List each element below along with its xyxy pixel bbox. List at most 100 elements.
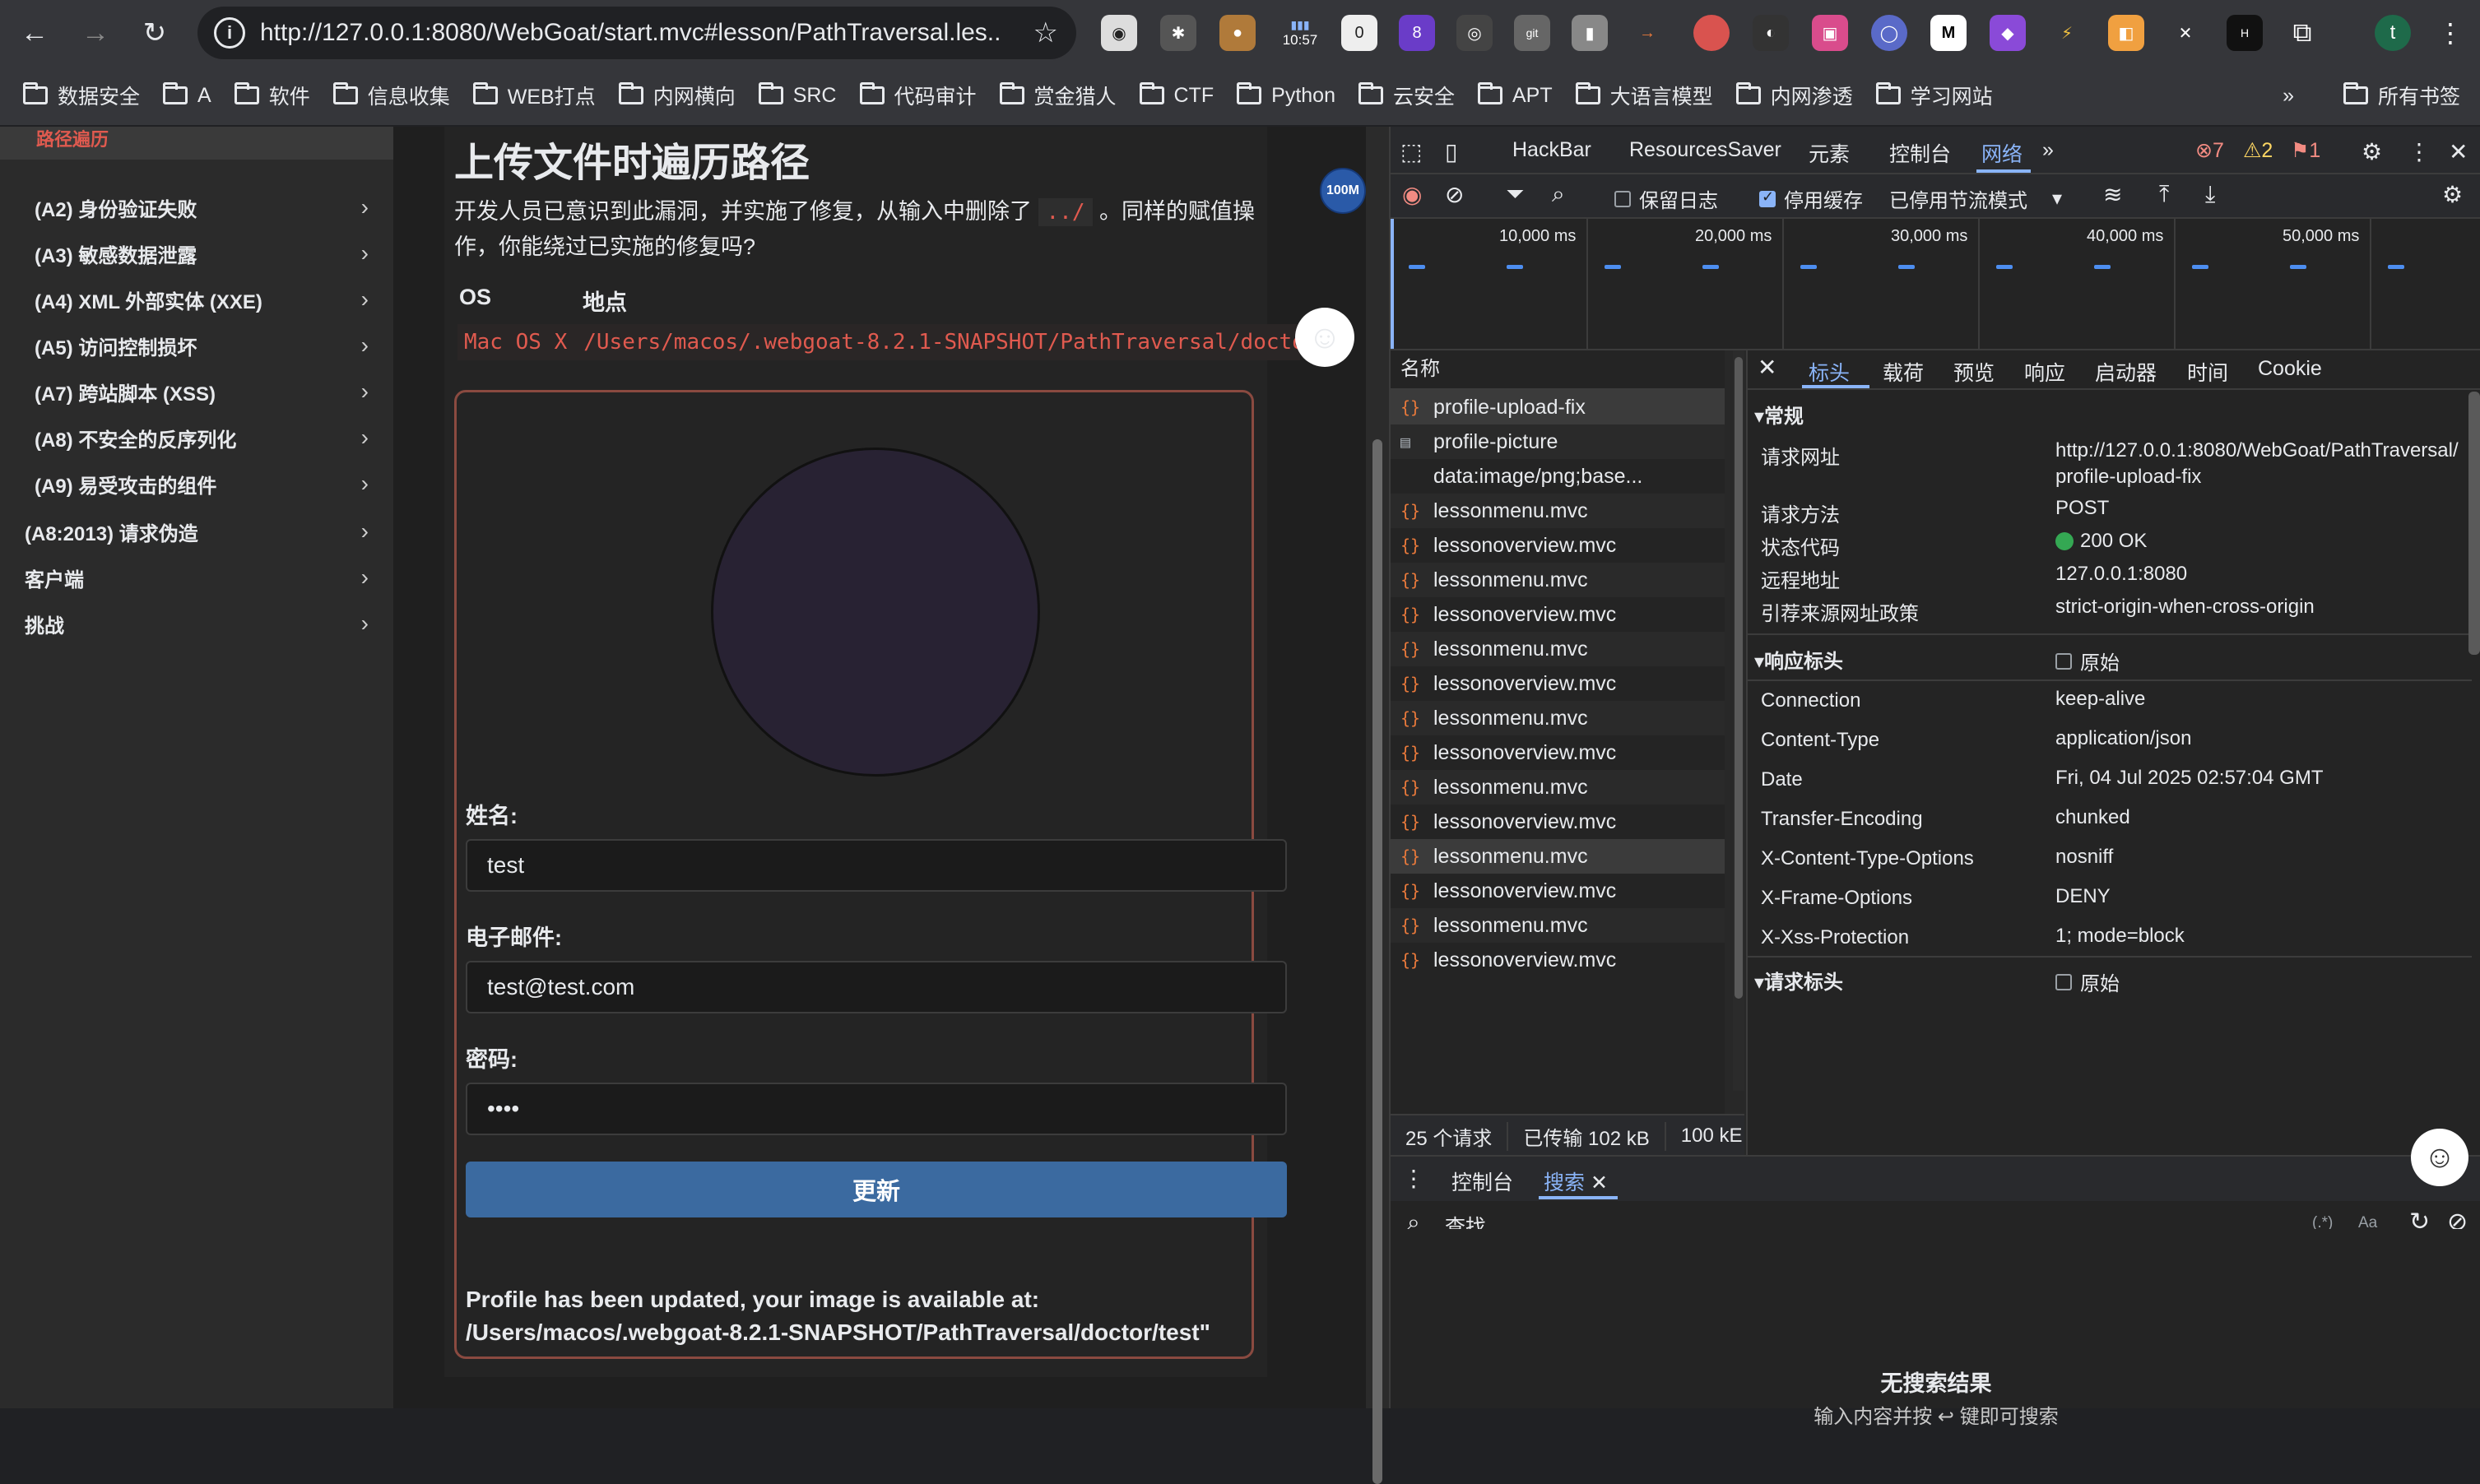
network-timeline[interactable]: 10,000 ms 20,000 ms 30,000 ms 40,000 ms 50,0…: [1391, 219, 2480, 350]
disable-cache-checkbox[interactable]: [1759, 188, 1776, 207]
extension-icon[interactable]: ◉: [1101, 15, 1137, 51]
bookmark-folder[interactable]: CTF: [1139, 82, 1214, 108]
request-row[interactable]: {} lessonmenu.mvc: [1391, 494, 1725, 528]
request-row[interactable]: data:image/png;base...: [1391, 459, 1725, 494]
close-devtools-icon[interactable]: ✕: [2449, 138, 2468, 165]
assistant-avatar[interactable]: ☺: [2411, 1129, 2468, 1186]
tab-console[interactable]: 控制台: [1889, 138, 1951, 168]
request-row[interactable]: {} lessonoverview.mvc: [1391, 597, 1725, 632]
raw-checkbox[interactable]: [2055, 973, 2072, 990]
sidebar-item[interactable]: (A4) XML 外部实体 (XXE) ›: [0, 276, 393, 322]
request-row[interactable]: ▤ profile-picture: [1391, 424, 1725, 459]
inspect-icon[interactable]: ⬚: [1400, 138, 1422, 165]
scrollbar-thumb[interactable]: [1735, 357, 1743, 999]
preserve-log-toggle[interactable]: 保留日志: [1614, 184, 1718, 213]
extension-icon[interactable]: ◆: [1990, 15, 2026, 51]
address-bar[interactable]: i http://127.0.0.1:8080/WebGoat/start.mv…: [197, 7, 1076, 59]
update-button[interactable]: 更新: [466, 1162, 1287, 1217]
sidebar-item[interactable]: 挑战 ›: [0, 601, 393, 647]
request-row[interactable]: {} lessonmenu.mvc: [1391, 701, 1725, 735]
site-info-icon[interactable]: i: [214, 17, 245, 49]
request-row[interactable]: {} lessonoverview.mvc: [1391, 735, 1725, 770]
clock-extension-icon[interactable]: ▮▮▮ 10:57: [1275, 15, 1325, 51]
devtools-menu-icon[interactable]: ⋮: [2408, 138, 2431, 165]
scrollbar-thumb[interactable]: [1372, 439, 1382, 1484]
extension-icon[interactable]: ◎: [1456, 15, 1493, 51]
tab-cookies[interactable]: Cookie: [2258, 357, 2322, 381]
name-input[interactable]: test: [466, 839, 1287, 892]
issue-count[interactable]: ⚑1: [2291, 138, 2320, 163]
bookmark-folder[interactable]: 内网渗透: [1735, 81, 1853, 110]
response-headers-toggle[interactable]: ▾响应标头: [1754, 645, 1843, 674]
bookmark-folder[interactable]: 信息收集: [332, 81, 450, 110]
request-row[interactable]: {} lessonmenu.mvc: [1391, 839, 1725, 874]
tab-timing[interactable]: 时间: [2187, 357, 2228, 387]
close-details-icon[interactable]: ✕: [1758, 354, 1776, 381]
tab-preview[interactable]: 预览: [1953, 357, 1995, 387]
request-row[interactable]: {} lessonoverview.mvc: [1391, 528, 1725, 563]
request-row[interactable]: {} lessonmenu.mvc: [1391, 632, 1725, 666]
bookmark-folder[interactable]: 内网横向: [618, 81, 736, 110]
filter-icon[interactable]: ⏷: [1506, 181, 1524, 208]
more-tabs-icon[interactable]: »: [2042, 138, 2054, 162]
extension-icon[interactable]: →: [1629, 15, 1665, 51]
sidebar-item[interactable]: (A8) 不安全的反序列化 ›: [0, 415, 393, 461]
gitzip-extension-icon[interactable]: git: [1514, 15, 1550, 51]
name-column-header[interactable]: 名称: [1391, 350, 1725, 390]
forward-icon[interactable]: →: [71, 8, 120, 58]
extension-icon[interactable]: ◯: [1871, 15, 1907, 51]
password-input[interactable]: ••••: [466, 1083, 1287, 1135]
tab-hackbar[interactable]: HackBar: [1512, 138, 1591, 162]
request-raw-toggle[interactable]: 原始: [2055, 967, 2120, 996]
request-row[interactable]: {} lessonoverview.mvc: [1391, 666, 1725, 701]
bookmark-folder[interactable]: 学习网站: [1875, 81, 1993, 110]
tab-elements[interactable]: 元素: [1809, 138, 1850, 168]
extension-icon[interactable]: H: [2227, 15, 2263, 51]
extension-icon[interactable]: 0: [1341, 15, 1377, 51]
sidebar-item[interactable]: (A3) 敏感数据泄露 ›: [0, 230, 393, 276]
bookmark-folder[interactable]: A: [163, 82, 211, 108]
device-toggle-icon[interactable]: ▯: [1445, 138, 1457, 165]
extension-icon[interactable]: ✕: [2167, 15, 2204, 51]
disable-cache-toggle[interactable]: 停用缓存: [1759, 184, 1863, 213]
tab-payload[interactable]: 载荷: [1883, 357, 1924, 387]
request-row[interactable]: {} lessonmenu.mvc: [1391, 770, 1725, 805]
clear-icon[interactable]: ⊘: [1445, 181, 1464, 208]
assistant-avatar[interactable]: ☺: [1295, 308, 1354, 367]
tab-response[interactable]: 响应: [2024, 357, 2065, 387]
extension-icon[interactable]: ◧: [2108, 15, 2144, 51]
extension-icon[interactable]: ⚡: [2049, 15, 2085, 51]
settings-gear-icon[interactable]: ⚙: [2362, 138, 2382, 165]
extensions-puzzle-icon[interactable]: ⧉: [2284, 15, 2320, 51]
record-stop-icon[interactable]: ◉: [1402, 181, 1422, 208]
request-row[interactable]: {} lessonmenu.mvc: [1391, 908, 1725, 943]
back-icon[interactable]: ←: [10, 8, 59, 58]
bookmark-folder[interactable]: 代码审计: [859, 81, 977, 110]
sidebar-active-item[interactable]: 路径遍历: [0, 127, 393, 160]
reload-icon[interactable]: ↻: [130, 8, 179, 58]
request-row[interactable]: {} lessonmenu.mvc: [1391, 563, 1725, 597]
email-input[interactable]: test@test.com: [466, 961, 1287, 1013]
request-list-scrollbar[interactable]: [1733, 350, 1744, 1091]
bookmark-folder[interactable]: 大语言模型: [1575, 81, 1713, 110]
extension-icon[interactable]: ▮: [1572, 15, 1608, 51]
memory-badge[interactable]: 100M: [1320, 168, 1366, 214]
bookmark-folder[interactable]: SRC: [758, 82, 837, 108]
extension-icon[interactable]: 8: [1399, 15, 1435, 51]
response-raw-toggle[interactable]: 原始: [2055, 647, 2120, 675]
bookmark-star-icon[interactable]: ☆: [1033, 16, 1058, 49]
tab-initiator[interactable]: 启动器: [2095, 357, 2157, 387]
extension-icon[interactable]: ✱: [1160, 15, 1196, 51]
throttling-select[interactable]: 已停用节流模式 ▾: [1889, 184, 2062, 213]
search-icon[interactable]: ⌕: [1552, 181, 1565, 208]
sidebar-item[interactable]: 客户端 ›: [0, 554, 393, 601]
bookmark-folder[interactable]: Python: [1237, 82, 1335, 108]
extension-icon[interactable]: [1693, 15, 1730, 51]
request-row[interactable]: {} profile-upload-fix: [1391, 390, 1725, 424]
preserve-log-checkbox[interactable]: [1614, 190, 1631, 207]
profile-avatar[interactable]: t: [2375, 15, 2411, 51]
extension-icon[interactable]: ▣: [1812, 15, 1848, 51]
general-section-toggle[interactable]: ▾常规: [1754, 400, 1804, 429]
tab-network[interactable]: 网络: [1981, 138, 2023, 168]
close-tab-icon[interactable]: ✕: [1591, 1171, 1608, 1194]
